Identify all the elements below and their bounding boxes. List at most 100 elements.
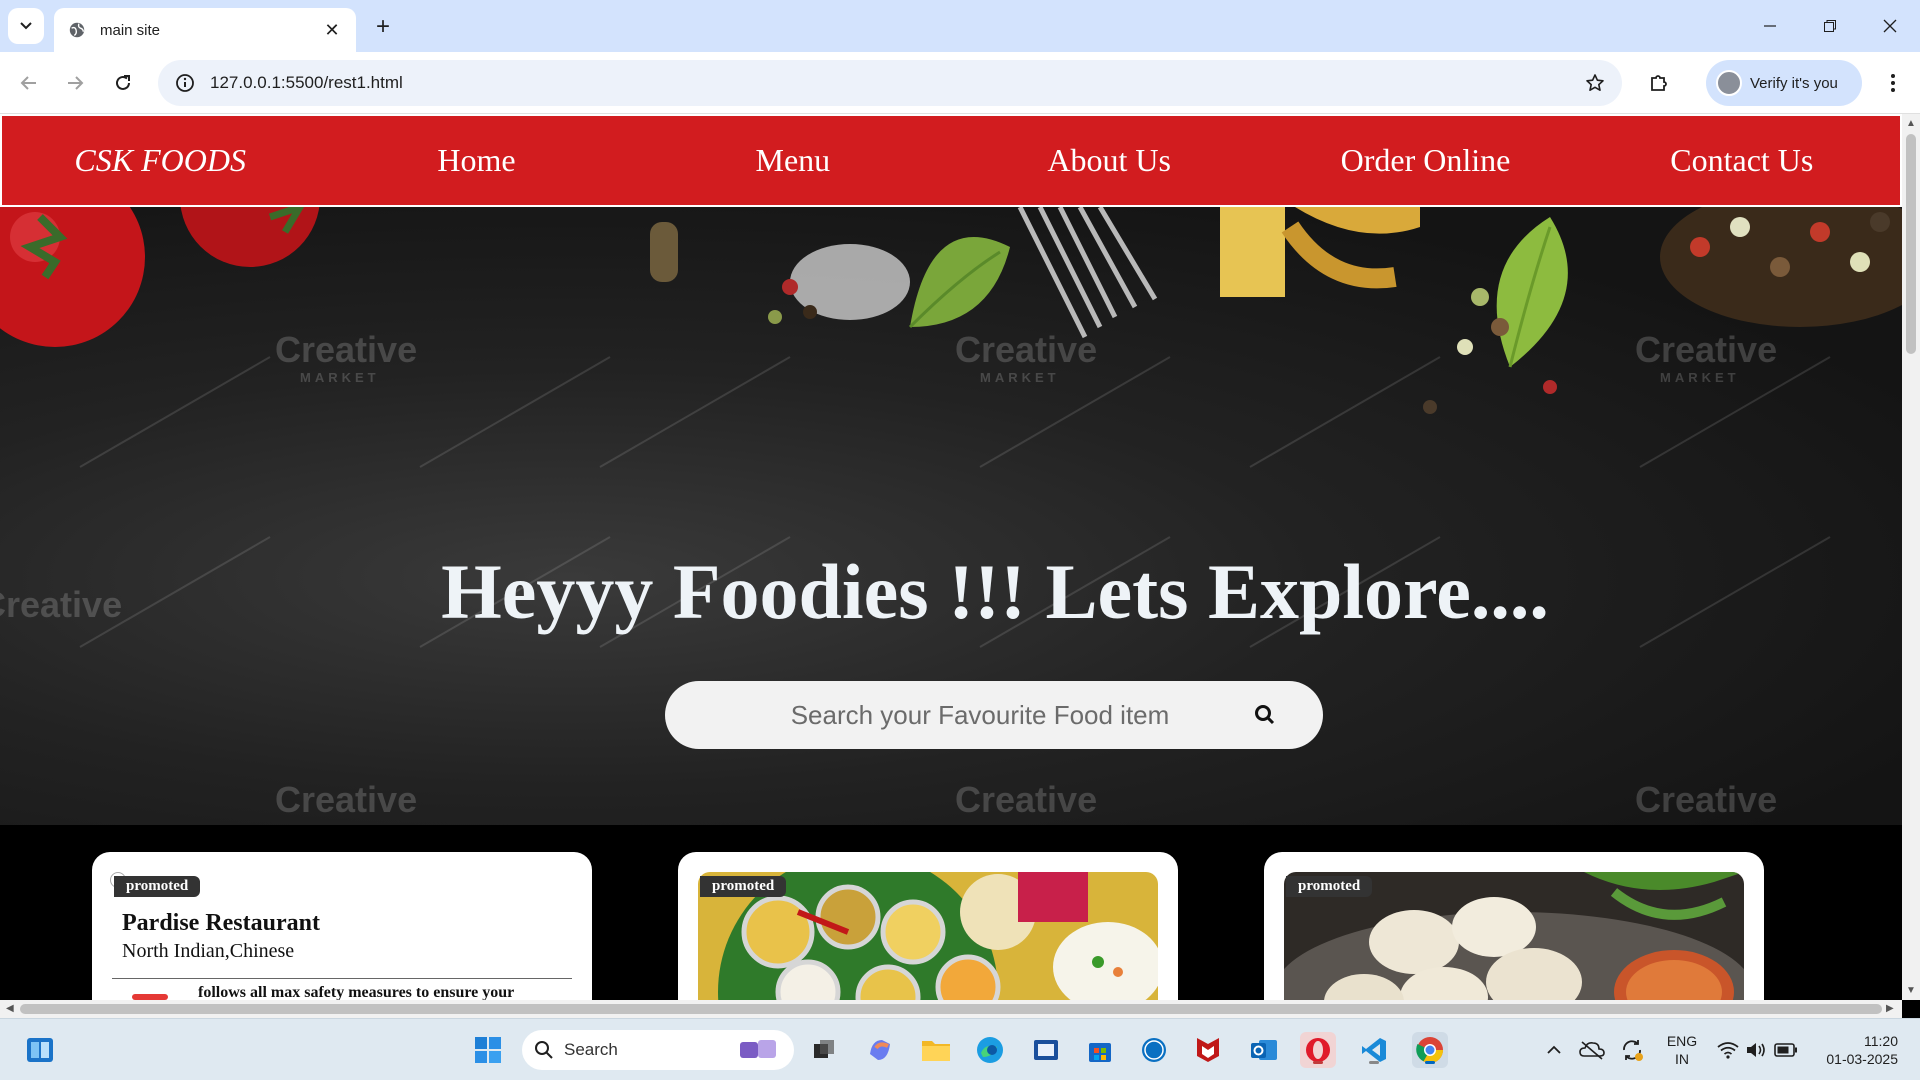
address-bar[interactable]: 127.0.0.1:5500/rest1.html: [158, 60, 1622, 106]
clock-date: 01-03-2025: [1826, 1051, 1898, 1067]
document-app-icon[interactable]: [1028, 1032, 1064, 1068]
windows-start-icon[interactable]: [470, 1032, 506, 1068]
microsoft-store-icon[interactable]: [1082, 1032, 1118, 1068]
page-viewport: CSK FOODS Home Menu About Us Order Onlin…: [0, 114, 1902, 1000]
promoted-badge: promoted: [114, 876, 201, 897]
scroll-up-arrow-icon[interactable]: ▲: [1902, 118, 1920, 129]
vertical-scroll-thumb[interactable]: [1906, 134, 1916, 354]
browser-menu-button[interactable]: [1876, 66, 1910, 100]
arrow-left-icon: [20, 76, 36, 90]
svg-text:Creative: Creative: [1635, 329, 1777, 370]
scroll-right-arrow-icon[interactable]: ▶: [1886, 1000, 1894, 1018]
profile-button[interactable]: Verify it's you: [1706, 60, 1862, 106]
mcafee-icon[interactable]: [1190, 1032, 1226, 1068]
reload-icon: [116, 75, 130, 90]
chevron-down-icon: [20, 22, 32, 30]
language-code: ENG: [1666, 1033, 1698, 1049]
chevron-up-icon[interactable]: [1536, 1032, 1572, 1068]
widgets-icon[interactable]: [22, 1032, 58, 1068]
scroll-down-arrow-icon[interactable]: ▼: [1902, 985, 1920, 996]
sync-icon[interactable]: [1614, 1032, 1650, 1068]
windows-taskbar: Search ENG IN 11:20 01-03-2025: [0, 1018, 1920, 1080]
onedrive-icon[interactable]: [1574, 1032, 1610, 1068]
clock[interactable]: 11:20 01-03-2025: [1812, 1019, 1898, 1080]
nav-home[interactable]: Home: [318, 142, 634, 179]
vscode-icon[interactable]: [1356, 1032, 1392, 1068]
taskbar-search[interactable]: Search: [522, 1030, 794, 1070]
battery-icon[interactable]: [1768, 1032, 1804, 1068]
food-search-bar: [665, 681, 1323, 749]
close-icon: [1883, 19, 1897, 33]
svg-text:Creative: Creative: [275, 779, 417, 820]
svg-text:Creative: Creative: [275, 329, 417, 370]
chrome-icon[interactable]: [1412, 1032, 1448, 1068]
svg-text:Creative: Creative: [1635, 779, 1777, 820]
svg-text:MARKET: MARKET: [1660, 370, 1740, 385]
scroll-left-arrow-icon[interactable]: ◀: [6, 1000, 14, 1018]
restaurant-card[interactable]: promoted: [678, 852, 1178, 1000]
nav-menu[interactable]: Menu: [635, 142, 951, 179]
svg-text:Creative: Creative: [955, 329, 1097, 370]
horizontal-scrollbar[interactable]: ◀ ▶: [0, 1000, 1902, 1018]
copilot-icon[interactable]: [862, 1032, 898, 1068]
running-indicator: [1369, 1061, 1379, 1064]
outlook-icon[interactable]: [1246, 1032, 1282, 1068]
dell-icon[interactable]: [1136, 1032, 1172, 1068]
running-indicator: [1313, 1061, 1323, 1064]
globe-icon: [69, 22, 85, 38]
restaurant-card[interactable]: promoted Pardise Restaurant North Indian…: [92, 852, 592, 1000]
svg-text:MARKET: MARKET: [980, 370, 1060, 385]
nav-contact-us[interactable]: Contact Us: [1584, 142, 1900, 179]
new-tab-button[interactable]: +: [368, 12, 398, 42]
promoted-badge: promoted: [1286, 876, 1373, 897]
food-search-input[interactable]: [665, 681, 1235, 749]
profile-label: Verify it's you: [1750, 74, 1838, 92]
search-icon: [1255, 705, 1275, 725]
running-indicator: [1425, 1061, 1435, 1064]
clock-time: 11:20: [1864, 1033, 1898, 1049]
nav-about-us[interactable]: About Us: [951, 142, 1267, 179]
vertical-scrollbar[interactable]: ▲ ▼: [1902, 114, 1920, 1000]
hero-title: Heyyy Foodies !!! Lets Explore....: [441, 548, 1549, 635]
restaurant-cuisine: North Indian,Chinese: [122, 940, 295, 962]
site-brand[interactable]: CSK FOODS: [2, 142, 318, 179]
tab-search-button[interactable]: [8, 8, 44, 44]
search-icon: [535, 1041, 553, 1059]
extensions-button[interactable]: [1642, 66, 1676, 100]
reload-button[interactable]: [106, 66, 140, 100]
site-navbar: CSK FOODS Home Menu About Us Order Onlin…: [0, 114, 1902, 207]
restore-icon: [1824, 20, 1836, 32]
browser-tab[interactable]: main site ✕: [54, 8, 356, 52]
language-region: IN: [1675, 1051, 1689, 1067]
restore-button[interactable]: [1810, 10, 1850, 42]
search-button[interactable]: [1235, 685, 1295, 745]
close-tab-icon[interactable]: ✕: [322, 20, 342, 41]
svg-text:Creative: Creative: [955, 779, 1097, 820]
avatar: [1716, 70, 1742, 96]
opera-icon[interactable]: [1300, 1032, 1336, 1068]
restaurant-cards: promoted Pardise Restaurant North Indian…: [0, 825, 1902, 1000]
restaurant-card[interactable]: promoted: [1264, 852, 1764, 1000]
task-view-icon[interactable]: [806, 1032, 842, 1068]
svg-text:MARKET: MARKET: [300, 370, 380, 385]
safety-note: follows all max safety measures to ensur…: [198, 984, 515, 1000]
browser-toolbar: 127.0.0.1:5500/rest1.html Verify it's yo…: [0, 52, 1920, 114]
nav-order-online[interactable]: Order Online: [1267, 142, 1583, 179]
edge-browser-icon[interactable]: [972, 1032, 1008, 1068]
close-window-button[interactable]: [1870, 10, 1910, 42]
site-info-icon[interactable]: [172, 70, 198, 96]
horizontal-scroll-thumb[interactable]: [20, 1004, 1882, 1014]
forward-button[interactable]: [58, 66, 92, 100]
arrow-right-icon: [68, 76, 84, 90]
file-explorer-icon[interactable]: [918, 1032, 954, 1068]
divider: [112, 978, 572, 979]
browser-tab-strip: main site ✕ +: [0, 0, 1920, 52]
language-indicator[interactable]: ENG IN: [1662, 1019, 1702, 1080]
kebab-menu-icon: [1891, 74, 1895, 92]
bookmark-star-icon[interactable]: [1582, 70, 1608, 96]
restaurant-name[interactable]: Pardise Restaurant: [122, 910, 320, 937]
minimize-button[interactable]: [1750, 10, 1790, 42]
tab-title: main site: [100, 21, 161, 39]
back-button[interactable]: [12, 66, 46, 100]
url-text[interactable]: 127.0.0.1:5500/rest1.html: [210, 73, 1582, 93]
